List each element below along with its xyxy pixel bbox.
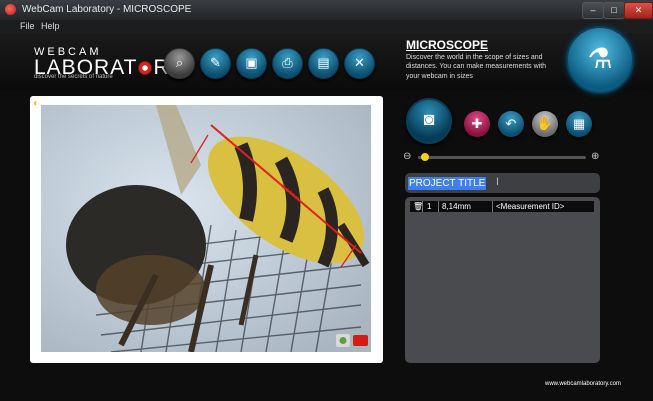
print-icon[interactable]: ⎙ xyxy=(272,48,303,79)
zoom-slider[interactable] xyxy=(418,156,586,159)
column-separator xyxy=(492,201,493,212)
mode-description: Discover the world in the scope of sizes… xyxy=(406,54,547,80)
ruler-icon: ▦ xyxy=(572,116,586,131)
calibrate-button[interactable]: ▦ xyxy=(566,111,592,137)
text-cursor-icon: I xyxy=(496,176,500,188)
measurements-table xyxy=(405,197,600,363)
logo-lens-icon xyxy=(138,61,153,76)
window-title: WebCam Laboratory - MICROSCOPE xyxy=(22,4,192,15)
save-icon[interactable]: ▣ xyxy=(236,48,267,79)
crosshair-icon: ✚ xyxy=(471,116,483,131)
photo-camera-icon[interactable]: ⌕ xyxy=(164,48,195,79)
microscope-icon: ⚗ xyxy=(566,26,634,94)
capture-button[interactable]: ◙ xyxy=(406,98,452,144)
footer-url[interactable]: www.webcamlaboratory.com xyxy=(545,381,621,387)
camera-icon: ◙ xyxy=(423,109,435,129)
zoom-slider-handle[interactable] xyxy=(421,153,430,161)
add-measurement-button[interactable]: ✚ xyxy=(464,111,490,137)
column-separator xyxy=(422,201,423,212)
close-button[interactable]: ✕ xyxy=(624,2,653,19)
project-title-text[interactable]: PROJECT TITLE xyxy=(408,177,487,190)
menu-file[interactable]: File xyxy=(20,21,35,31)
tools-icon[interactable]: ✕ xyxy=(344,48,375,79)
table-row[interactable]: 🗑 1 8,14mm <Measurement ID> xyxy=(410,201,594,212)
record-icon[interactable] xyxy=(353,335,368,346)
logo-tagline: discover the secrets of nature xyxy=(34,74,113,80)
undo-button[interactable]: ↶ xyxy=(498,111,524,137)
hand-icon: ✋ xyxy=(536,116,554,131)
maximize-button[interactable]: □ xyxy=(603,2,625,19)
mode-title: MICROSCOPE xyxy=(406,38,489,52)
image-edit-icon[interactable]: ✎ xyxy=(200,48,231,79)
column-separator xyxy=(438,201,439,212)
menu-help[interactable]: Help xyxy=(41,21,60,31)
zoom-in-icon[interactable]: ⊕ xyxy=(591,151,599,162)
camera-controls xyxy=(336,334,370,348)
camera-image[interactable]: 8,14mm xyxy=(41,105,371,352)
minimize-button[interactable]: ‒ xyxy=(582,2,604,19)
chart-icon[interactable]: ▤ xyxy=(308,48,339,79)
menu-bar: File Help xyxy=(0,20,653,33)
title-bar: WebCam Laboratory - MICROSCOPE ‒ □ ✕ xyxy=(0,0,653,21)
zoom-out-icon[interactable]: ⊖ xyxy=(403,151,411,162)
row-value: 8,14mm xyxy=(442,202,471,211)
row-measurement-id[interactable]: <Measurement ID> xyxy=(496,201,564,212)
row-index: 1 xyxy=(427,202,432,211)
app-icon xyxy=(5,4,16,15)
undo-icon: ↶ xyxy=(505,116,517,131)
pan-button[interactable]: ✋ xyxy=(532,111,558,137)
